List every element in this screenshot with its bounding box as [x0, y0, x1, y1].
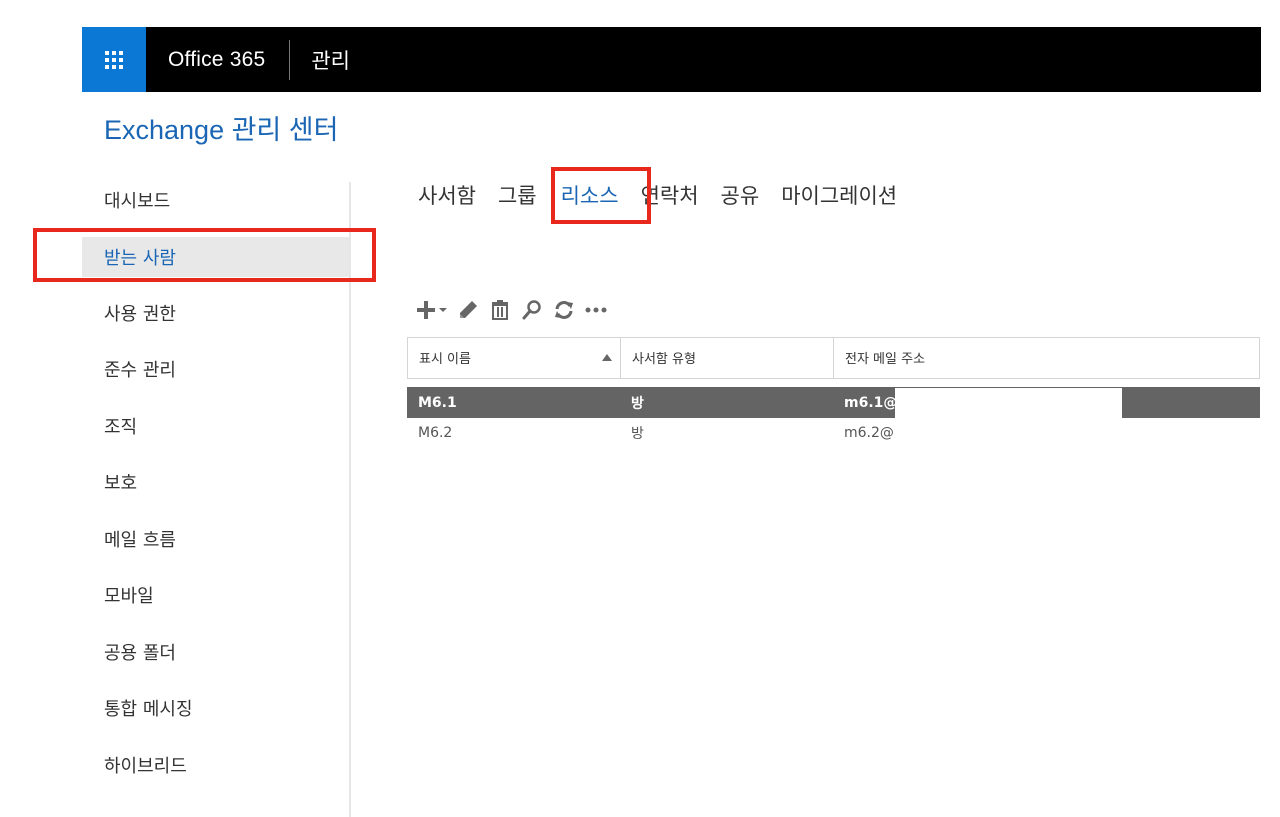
column-header-mailbox-type[interactable]: 사서함 유형 — [621, 338, 834, 378]
sidebar-item-dashboard[interactable]: 대시보드 — [82, 172, 350, 229]
highlight-box-resources-tab — [551, 167, 651, 224]
table-row[interactable]: M6.2 방 m6.2@ — [407, 417, 1260, 448]
sidebar-item-mail-flow[interactable]: 메일 흐름 — [82, 511, 350, 568]
app-launcher-button[interactable] — [82, 27, 146, 92]
delete-button[interactable] — [484, 296, 516, 324]
tab-mailboxes[interactable]: 사서함 — [418, 180, 476, 210]
title-divider — [289, 39, 291, 80]
sort-ascending-icon — [602, 354, 612, 361]
column-header-email-address[interactable]: 전자 메일 주소 — [834, 338, 1259, 378]
sidebar-item-organization[interactable]: 조직 — [82, 398, 350, 455]
column-header-label: 사서함 유형 — [632, 352, 696, 367]
sidebar-item-protection[interactable]: 보호 — [82, 454, 350, 511]
page-title: Exchange 관리 센터 — [104, 115, 339, 145]
sidebar-item-unified-messaging[interactable]: 통합 메시징 — [82, 680, 350, 737]
highlight-box-recipients — [33, 228, 376, 282]
sidebar-item-permissions[interactable]: 사용 권한 — [82, 285, 350, 342]
cell-mailbox-type: 방 — [631, 395, 644, 412]
table-header: 표시 이름 사서함 유형 전자 메일 주소 — [407, 337, 1260, 379]
add-button[interactable] — [414, 296, 452, 324]
search-button[interactable] — [516, 296, 548, 324]
cell-mailbox-type: 방 — [631, 425, 644, 442]
delete-trash-icon — [492, 300, 508, 320]
more-button[interactable] — [580, 296, 612, 324]
cell-display-name: M6.2 — [418, 424, 453, 441]
top-navigation-bar: Office 365 관리 — [82, 27, 1261, 92]
sidebar-item-compliance[interactable]: 준수 관리 — [82, 341, 350, 398]
column-header-label: 전자 메일 주소 — [845, 352, 926, 367]
add-dropdown-icon — [417, 301, 447, 319]
tab-groups[interactable]: 그룹 — [498, 180, 537, 210]
column-header-display-name[interactable]: 표시 이름 — [408, 338, 621, 378]
refresh-button[interactable] — [548, 296, 580, 324]
sidebar-item-mobile[interactable]: 모바일 — [82, 567, 350, 624]
refresh-icon — [555, 301, 573, 319]
waffle-grid-icon — [105, 50, 123, 69]
tab-shared[interactable]: 공유 — [721, 180, 760, 210]
brand-title[interactable]: Office 365 — [168, 48, 265, 72]
tab-bar: 사서함 그룹 리소스 연락처 공유 마이그레이션 — [418, 180, 919, 210]
redaction-block — [895, 388, 1122, 418]
search-icon — [522, 300, 541, 320]
sidebar-item-hybrid[interactable]: 하이브리드 — [82, 737, 350, 794]
cell-display-name: M6.1 — [418, 394, 457, 411]
action-toolbar — [414, 296, 612, 324]
table-row[interactable]: M6.1 방 m6.1@ — [407, 387, 1260, 418]
sidebar-item-public-folders[interactable]: 공용 폴더 — [82, 624, 350, 681]
more-ellipsis-icon — [585, 307, 607, 313]
section-title[interactable]: 관리 — [311, 45, 350, 75]
column-header-label: 표시 이름 — [419, 352, 471, 367]
edit-button[interactable] — [452, 296, 484, 324]
cell-email-address: m6.2@ — [844, 424, 894, 441]
tab-migration[interactable]: 마이그레이션 — [781, 180, 897, 210]
edit-pencil-icon — [460, 301, 477, 318]
